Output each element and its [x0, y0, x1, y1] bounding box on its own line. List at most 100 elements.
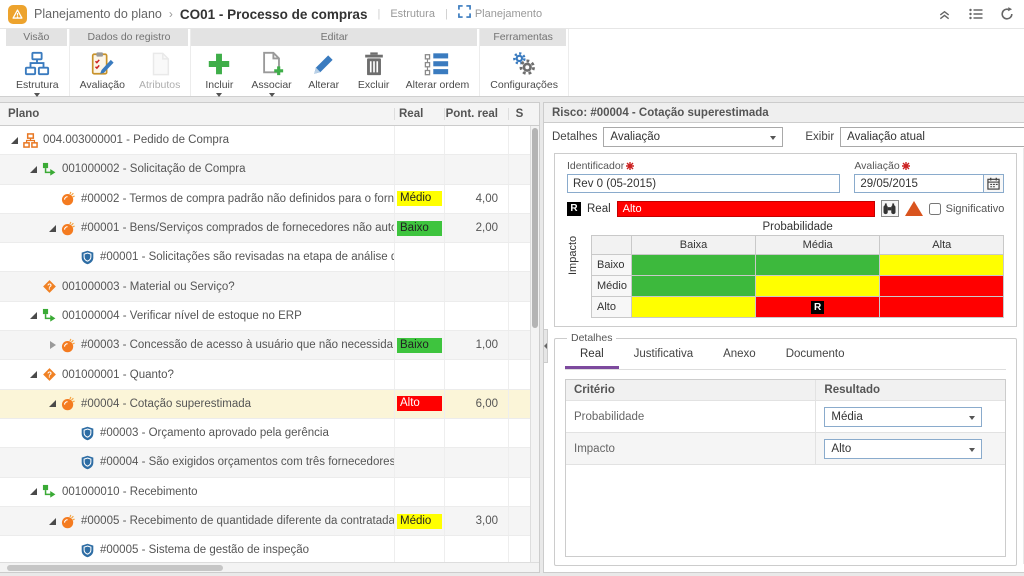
tree-row[interactable]: ?001000001 - Quanto? [0, 360, 530, 389]
matrix-cell[interactable] [632, 255, 756, 276]
real-label: Real [587, 203, 611, 215]
chevron-down-icon [269, 93, 275, 97]
collapse-up-icon[interactable] [937, 7, 952, 22]
tab-justificativa[interactable]: Justificativa [619, 344, 708, 369]
include-button[interactable]: Incluir [195, 50, 243, 98]
tab-real[interactable]: Real [565, 344, 619, 369]
column-header-pont-real[interactable]: Pont. real [444, 108, 508, 120]
tree-row[interactable]: ? 001000003 - Material ou Serviço? [0, 272, 530, 301]
probabilidade-select[interactable]: Média [824, 407, 982, 427]
pont-real-cell [444, 302, 508, 330]
risk-node-icon [61, 338, 76, 353]
tree-row[interactable]: #00002 - Termos de compra padrão não def… [0, 185, 530, 214]
collapse-node-icon[interactable] [27, 371, 40, 378]
risk-detail-panel: Risco: #00004 - Cotação superestimada » … [543, 102, 1024, 573]
change-button[interactable]: Alterar [300, 50, 348, 98]
expand-node-icon[interactable] [46, 341, 59, 349]
risk-node-icon [61, 221, 76, 236]
collapse-node-icon[interactable] [27, 312, 40, 319]
page-title: CO01 - Processo de compras [180, 7, 368, 22]
settings-button[interactable]: Configurações [484, 50, 564, 96]
attributes-icon [147, 51, 173, 77]
ribbon-toolbar: VisãoEstruturaDados do registroAvaliação… [0, 28, 1024, 97]
svg-text:?: ? [47, 282, 52, 291]
scrollbar-thumb[interactable] [7, 565, 223, 571]
matrix-cell[interactable] [880, 276, 1004, 297]
tree-row[interactable]: #00003 - Concessão de acesso à usuário q… [0, 331, 530, 360]
column-header-real[interactable]: Real [394, 108, 444, 120]
pont-real-cell [444, 478, 508, 506]
tree-row[interactable]: #00004 - Cotação superestimadaAlto6,00 [0, 390, 530, 419]
tree-row[interactable]: 001000002 - Solicitação de Compra [0, 155, 530, 184]
collapse-node-icon[interactable] [46, 518, 59, 525]
matrix-cell[interactable]: R [756, 297, 880, 318]
activity-node-icon [42, 484, 57, 499]
breadcrumb-section[interactable]: Planejamento do plano [34, 7, 162, 21]
toolbar-button-label: Alterar ordem [406, 79, 470, 91]
assessment-button[interactable]: Avaliação [74, 50, 131, 96]
calendar-icon[interactable] [983, 174, 1004, 193]
tree-row[interactable]: #00003 - Orçamento aprovado pela gerênci… [0, 419, 530, 448]
matrix-cell[interactable] [756, 276, 880, 297]
tree-row[interactable]: #00005 - Sistema de gestão de inspeção [0, 536, 530, 562]
reorder-icon [424, 51, 450, 77]
s-cell [508, 331, 530, 359]
s-cell [508, 126, 530, 154]
estrutura-link[interactable]: Estrutura [390, 8, 435, 20]
vertical-scrollbar[interactable] [530, 126, 539, 562]
activity-node-icon [42, 162, 57, 177]
significativo-checkbox-label[interactable]: Significativo [929, 203, 1005, 215]
matrix-cell[interactable] [756, 255, 880, 276]
planejamento-link[interactable]: Planejamento [458, 5, 542, 23]
refresh-icon[interactable] [999, 7, 1014, 22]
tree-row[interactable]: #00001 - Solicitações são revisadas na e… [0, 243, 530, 272]
column-header-s[interactable]: S [508, 108, 530, 120]
tab-anexo[interactable]: Anexo [708, 344, 771, 369]
collapse-node-icon[interactable] [46, 225, 59, 232]
collapse-node-icon[interactable] [8, 137, 21, 144]
horizontal-scrollbar[interactable] [0, 562, 539, 572]
tab-documento[interactable]: Documento [771, 344, 860, 369]
real-cell [394, 126, 444, 154]
scrollbar-thumb[interactable] [532, 128, 538, 328]
impacto-select[interactable]: Alto [824, 439, 982, 459]
toolbar-group-label: Dados do registro [70, 29, 189, 46]
decision-node-icon: ? [42, 367, 57, 382]
avaliacao-date-input[interactable] [854, 174, 983, 193]
collapse-node-icon[interactable] [27, 166, 40, 173]
tree-row[interactable]: 001000004 - Verificar nível de estoque n… [0, 302, 530, 331]
detalhes-legend: Detalhes [567, 332, 616, 344]
significativo-checkbox[interactable] [929, 203, 941, 215]
window-actions [937, 7, 1014, 22]
structure-icon [24, 51, 50, 77]
matrix-cell[interactable] [880, 297, 1004, 318]
matrix-cell[interactable] [880, 255, 1004, 276]
tree-row[interactable]: #00001 - Bens/Serviços comprados de forn… [0, 214, 530, 243]
detalhes-select[interactable]: Avaliação [603, 127, 783, 147]
matrix-cell[interactable] [632, 276, 756, 297]
associate-button[interactable]: Associar [245, 50, 297, 98]
matrix-title-probabilidade: Probabilidade [591, 221, 1004, 233]
tree-row[interactable]: #00004 - São exigidos orçamentos com trê… [0, 448, 530, 477]
binoculars-icon[interactable] [881, 200, 899, 217]
real-r-badge: R [567, 202, 581, 216]
delete-button[interactable]: Excluir [350, 50, 398, 98]
s-cell [508, 302, 530, 330]
tree-row[interactable]: 004.003000001 - Pedido de Compra [0, 126, 530, 155]
identificador-input[interactable] [567, 174, 840, 193]
collapse-node-icon[interactable] [46, 400, 59, 407]
plan-tree-panel: Plano Real Pont. real S 004.003000001 - … [0, 102, 540, 573]
structure-button[interactable]: Estrutura [10, 50, 65, 98]
tree-row[interactable]: #00005 - Recebimento de quantidade difer… [0, 507, 530, 536]
collapse-node-icon[interactable] [27, 488, 40, 495]
tree-node-label: 001000003 - Material ou Serviço? [62, 281, 235, 293]
toolbar-button-label: Avaliação [80, 79, 125, 91]
matrix-cell[interactable] [632, 297, 756, 318]
reorder-button[interactable]: Alterar ordem [400, 50, 476, 98]
list-menu-icon[interactable] [968, 7, 983, 22]
column-header-plano[interactable]: Plano [0, 108, 394, 120]
s-cell [508, 360, 530, 388]
exibir-select[interactable]: Avaliação atual [840, 127, 1024, 147]
risk-node-icon [61, 396, 76, 411]
tree-row[interactable]: 001000010 - Recebimento [0, 478, 530, 507]
